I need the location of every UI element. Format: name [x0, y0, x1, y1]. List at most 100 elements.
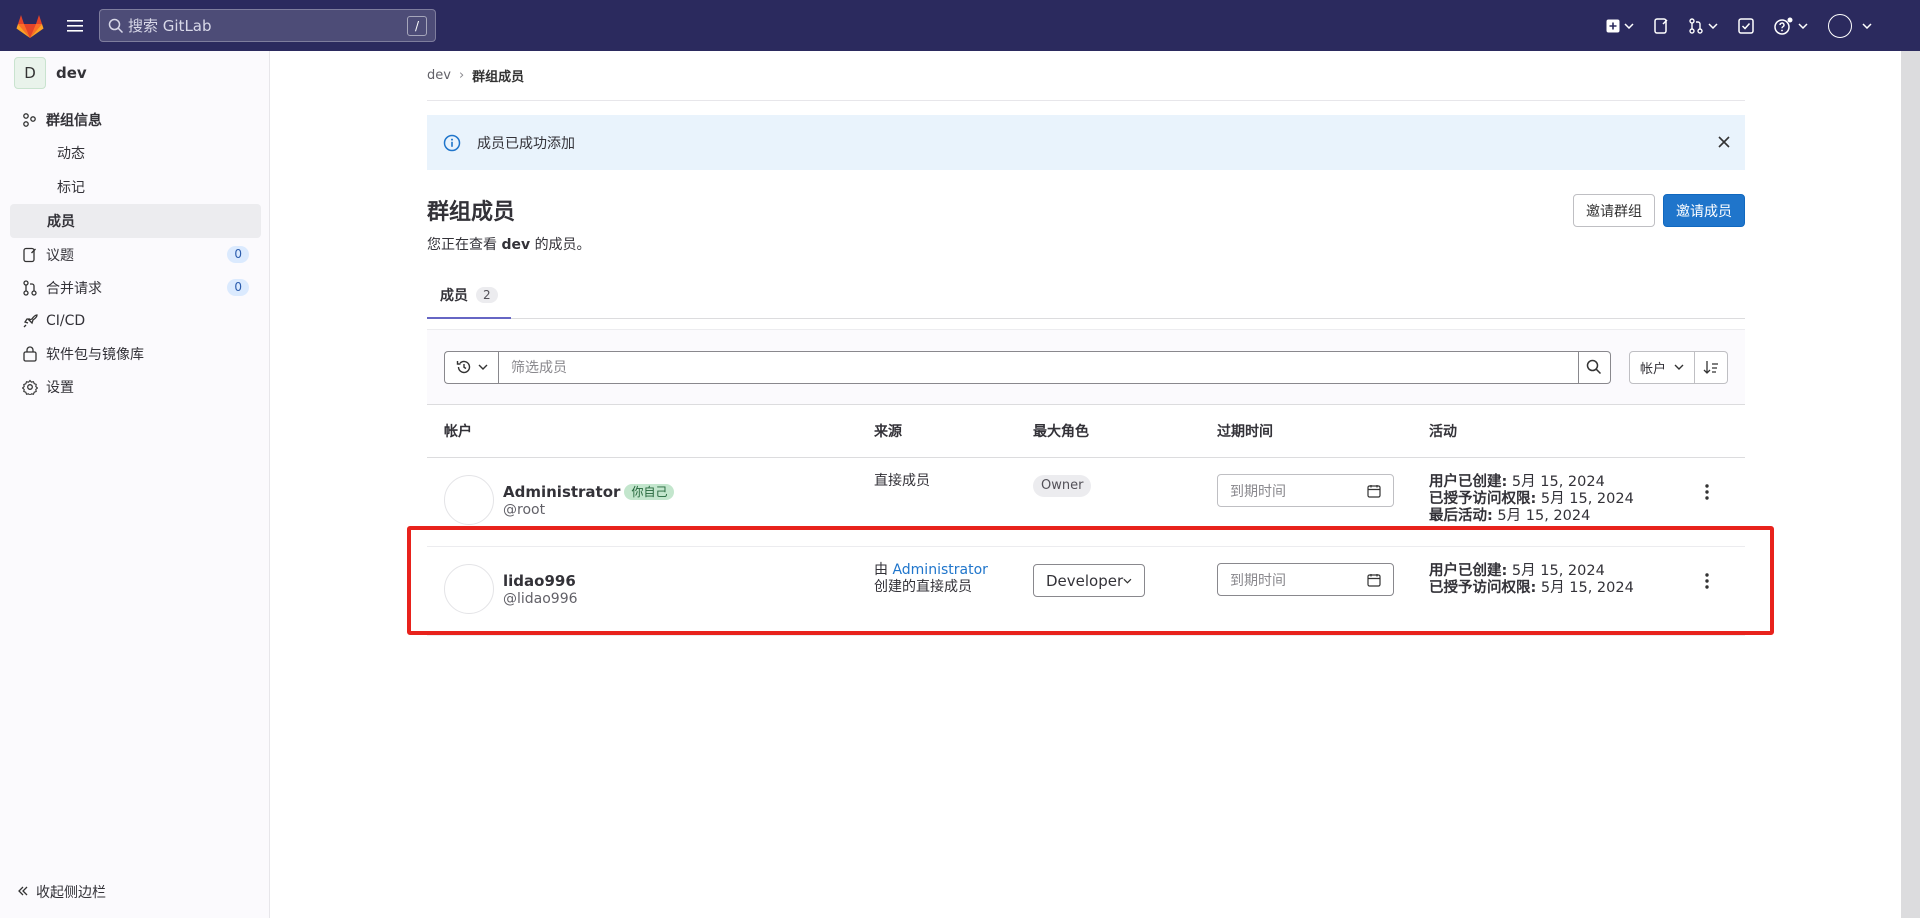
alert-message: 成员已成功添加 — [477, 135, 575, 152]
chevron-down-icon — [478, 364, 487, 370]
sidebar-item-label: 议题 — [46, 247, 74, 264]
help-button[interactable] — [1768, 10, 1814, 42]
calendar-icon — [1367, 573, 1381, 587]
gitlab-logo-icon[interactable] — [15, 11, 45, 41]
chevron-down-icon — [1798, 22, 1808, 29]
collapse-sidebar-label: 收起侧边栏 — [36, 885, 106, 901]
activity-label: 最后活动: — [1429, 508, 1493, 524]
expiration-date-input[interactable]: 到期时间 — [1217, 563, 1394, 596]
search-shortcut-key: / — [407, 15, 427, 36]
search-placeholder: 搜索 GitLab — [128, 17, 212, 35]
close-icon[interactable] — [1715, 133, 1733, 151]
merge-requests-count-badge: 0 — [227, 279, 249, 296]
info-icon — [443, 134, 461, 151]
sidebar-item-activity[interactable]: 动态 — [10, 136, 261, 170]
role-dropdown-value: Developer — [1046, 571, 1124, 590]
create-new-button[interactable] — [1600, 10, 1640, 42]
chevron-down-icon — [1862, 22, 1872, 29]
member-activity: 用户已创建: 5月 15, 2024 已授予访问权限: 5月 15, 2024 … — [1429, 474, 1634, 525]
merge-requests-button[interactable] — [1682, 10, 1724, 42]
history-icon — [456, 360, 470, 374]
chevron-down-icon — [1624, 22, 1634, 29]
search-submit-button[interactable] — [1578, 350, 1611, 384]
filter-members-input[interactable]: 筛选成员 — [498, 350, 1579, 384]
chevron-down-icon — [1708, 22, 1718, 29]
breadcrumb: dev › 群组成员 — [427, 51, 1745, 101]
subtitle-group-name: dev — [501, 237, 531, 253]
main-content: dev › 群组成员 成员已成功添加 群组成员 您正在查看 dev 的成员。 邀… — [427, 51, 1745, 636]
activity-label: 已授予访问权限: — [1429, 491, 1537, 507]
global-search-input[interactable]: 搜索 GitLab / — [99, 9, 436, 42]
breadcrumb-link-dev[interactable]: dev — [427, 68, 451, 83]
double-chevron-left-icon — [18, 884, 28, 900]
sidebar-item-merge-requests[interactable]: 合并请求 0 — [0, 271, 269, 304]
expiration-placeholder: 到期时间 — [1230, 572, 1286, 589]
column-header-source: 来源 — [874, 424, 902, 440]
top-navigation-bar: 搜索 GitLab / — [0, 0, 1920, 51]
tab-members[interactable]: 成员 2 — [427, 272, 511, 319]
sidebar-item-group-info[interactable]: 群组信息 — [0, 103, 269, 136]
sidebar-item-issues[interactable]: 议题 0 — [0, 238, 269, 271]
sidebar-item-members[interactable]: 成员 — [10, 204, 261, 238]
group-avatar: D — [14, 57, 46, 89]
member-name: lidao996 — [503, 572, 576, 590]
settings-icon — [22, 379, 38, 395]
merge-request-icon — [1689, 17, 1703, 34]
column-header-expiration: 过期时间 — [1217, 424, 1273, 440]
sort-direction-button[interactable] — [1695, 350, 1728, 384]
sidebar-item-cicd[interactable]: CI/CD — [0, 304, 269, 337]
collapse-sidebar-button[interactable]: 收起侧边栏 — [18, 882, 106, 902]
recent-searches-button[interactable] — [444, 350, 498, 384]
invite-group-button[interactable]: 邀请群组 — [1573, 194, 1655, 227]
group-icon — [23, 112, 36, 127]
source-prefix: 由 — [874, 562, 888, 578]
invite-member-button[interactable]: 邀请成员 — [1663, 194, 1745, 227]
sidebar-item-label: 合并请求 — [46, 280, 102, 297]
sidebar-item-label: 设置 — [46, 379, 74, 396]
more-actions-icon[interactable] — [1699, 571, 1715, 591]
breadcrumb-separator-icon: › — [458, 68, 465, 83]
plus-square-icon — [1606, 19, 1620, 32]
member-name-link[interactable]: lidao996 — [503, 572, 576, 590]
user-menu-button[interactable] — [1822, 10, 1878, 42]
table-row: Administrator 你自己 @root 直接成员 Owner 到期时间 … — [427, 458, 1745, 547]
avatar[interactable] — [444, 564, 494, 614]
activity-value: 5月 15, 2024 — [1497, 508, 1591, 524]
member-activity: 用户已创建: 5月 15, 2024 已授予访问权限: 5月 15, 2024 — [1429, 563, 1634, 597]
sidebar-item-packages[interactable]: 软件包与镜像库 — [0, 337, 269, 370]
todos-button[interactable] — [1732, 10, 1760, 42]
activity-label: 已授予访问权限: — [1429, 580, 1537, 596]
sort-controls: 帐户 — [1628, 350, 1728, 384]
source-suffix: 创建的直接成员 — [874, 579, 972, 595]
more-actions-icon[interactable] — [1699, 482, 1715, 502]
issues-button[interactable] — [1648, 10, 1674, 42]
activity-value: 5月 15, 2024 — [1540, 491, 1634, 507]
calendar-icon — [1367, 484, 1381, 498]
package-icon — [23, 345, 37, 362]
search-icon — [108, 18, 124, 33]
page-title: 群组成员 — [427, 200, 516, 225]
tab-count-badge: 2 — [476, 286, 498, 303]
avatar[interactable] — [444, 475, 494, 525]
role-dropdown[interactable]: Developer — [1033, 564, 1145, 597]
sort-field-dropdown[interactable]: 帐户 — [1628, 350, 1695, 384]
group-context[interactable]: D dev — [0, 51, 269, 95]
group-name: dev — [56, 64, 87, 82]
filter-bar: 筛选成员 帐户 — [427, 329, 1745, 405]
source-creator-link[interactable]: Administrator — [892, 562, 987, 578]
column-header-account: 帐户 — [444, 424, 472, 440]
expiration-date-input[interactable]: 到期时间 — [1217, 474, 1394, 507]
role-badge: Owner — [1033, 475, 1092, 497]
sidebar-item-label: 成员 — [47, 214, 75, 230]
chevron-down-icon — [1123, 578, 1132, 584]
window-scrollbar-track[interactable] — [1901, 51, 1920, 918]
sidebar-item-labels[interactable]: 标记 — [10, 170, 261, 204]
sidebar-item-label: 标记 — [57, 180, 85, 196]
sidebar-item-settings[interactable]: 设置 — [0, 370, 269, 403]
subtitle-suffix: 的成员。 — [534, 237, 591, 253]
member-name-link[interactable]: Administrator — [503, 483, 620, 501]
subtitle-prefix: 您正在查看 — [427, 237, 497, 253]
menu-icon[interactable] — [63, 14, 87, 38]
member-username: @lidao996 — [503, 591, 578, 607]
you-badge: 你自己 — [624, 484, 675, 500]
